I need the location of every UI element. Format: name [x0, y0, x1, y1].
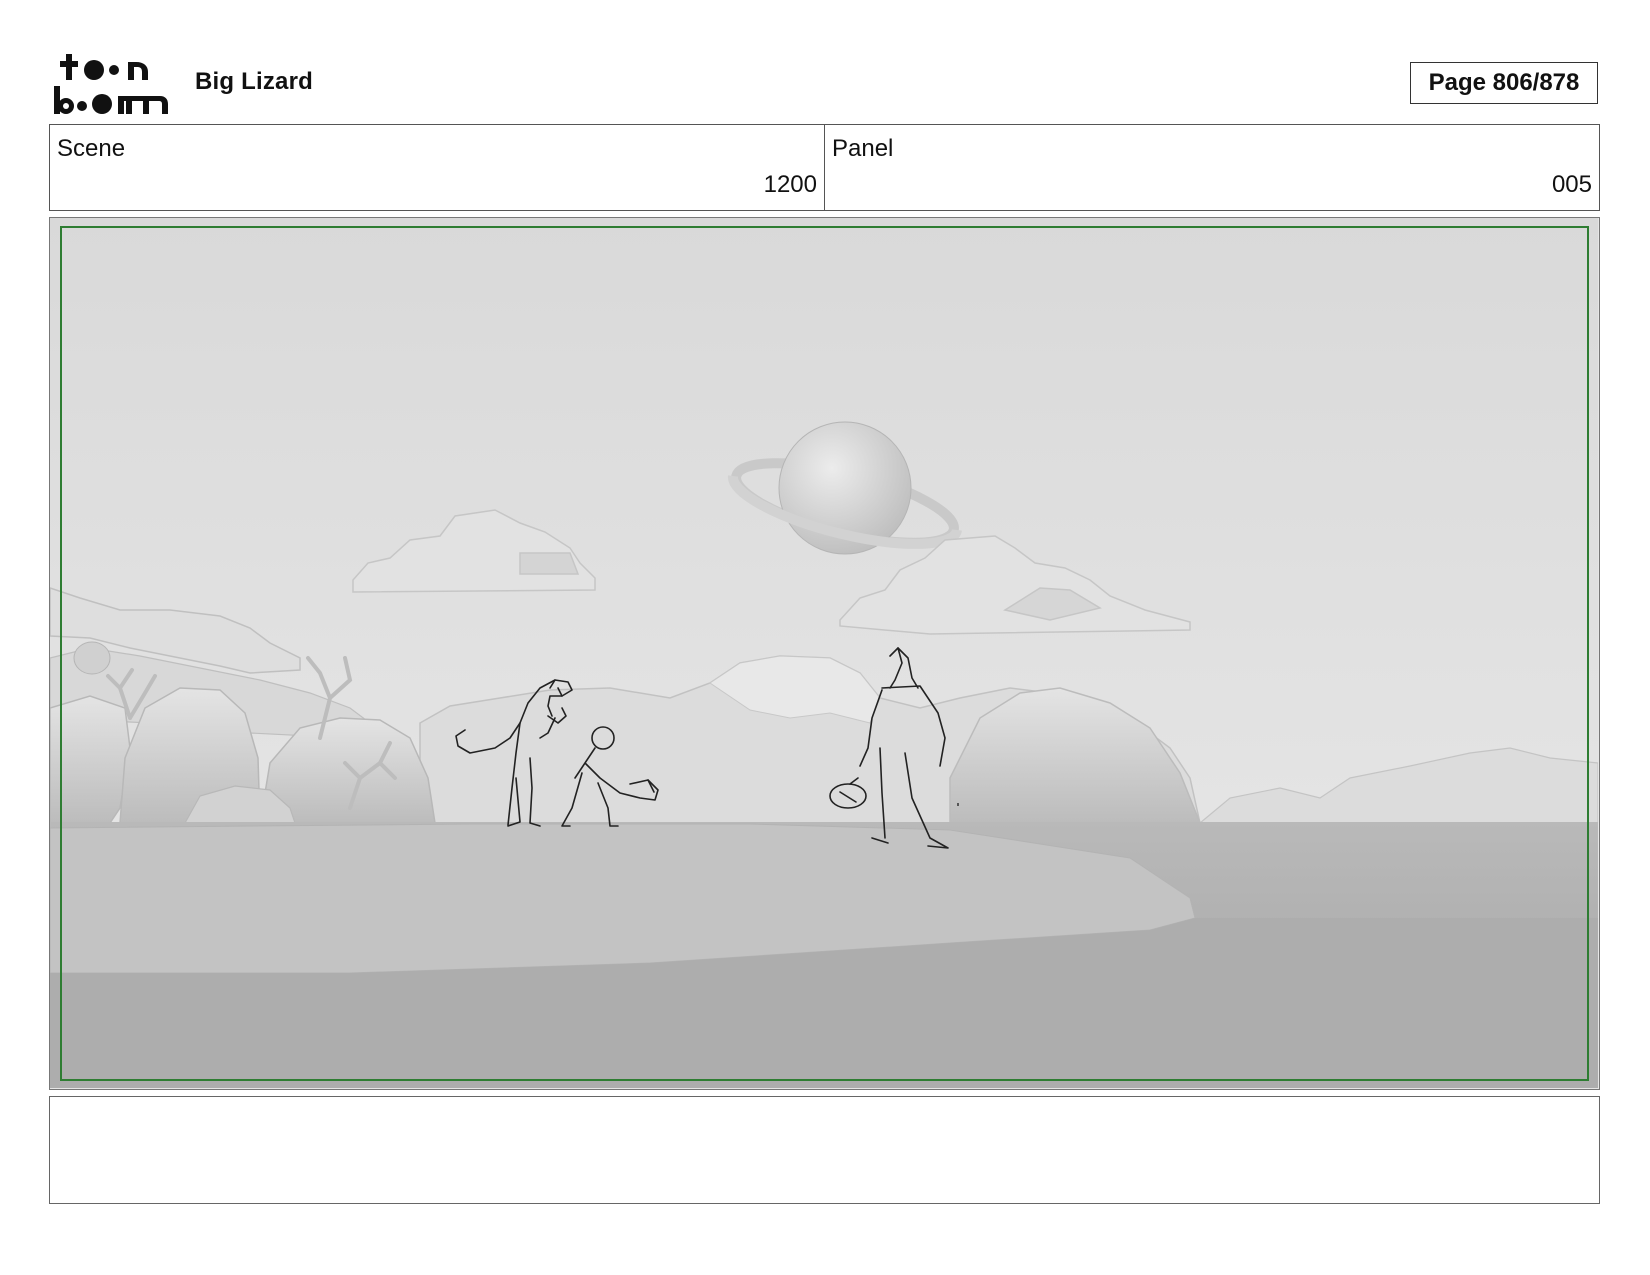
- storyboard-panel: [49, 217, 1600, 1090]
- project-title: Big Lizard: [195, 68, 314, 95]
- scene-number: 1200: [763, 171, 817, 198]
- scene-label: Scene: [57, 135, 126, 162]
- scene-cell: Scene 1200: [50, 125, 824, 210]
- scene-panel-info: Scene 1200 Panel 005: [49, 124, 1600, 211]
- panel-label: Panel: [832, 135, 894, 162]
- panel-cell: Panel 005: [824, 125, 1599, 210]
- panel-number: 005: [1551, 171, 1592, 198]
- toon-boom-logo: [52, 52, 172, 116]
- panel-notes[interactable]: [49, 1096, 1600, 1204]
- logo-graphic: [54, 54, 168, 114]
- panel-illustration: [50, 218, 1598, 1088]
- page-indicator: Page 806/878: [1410, 62, 1598, 104]
